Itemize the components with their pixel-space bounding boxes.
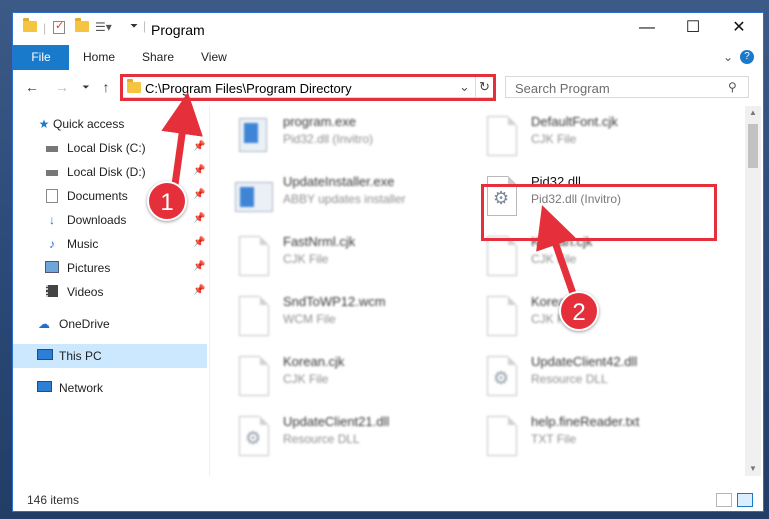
explorer-window: | ✓ ☰▾ ⏷ | Program — ☐ ✕ File Home Share…: [12, 12, 764, 512]
step-1-badge: 1: [147, 181, 187, 221]
annotation-arrows: [161, 92, 581, 307]
step-2-badge: 2: [559, 291, 599, 331]
